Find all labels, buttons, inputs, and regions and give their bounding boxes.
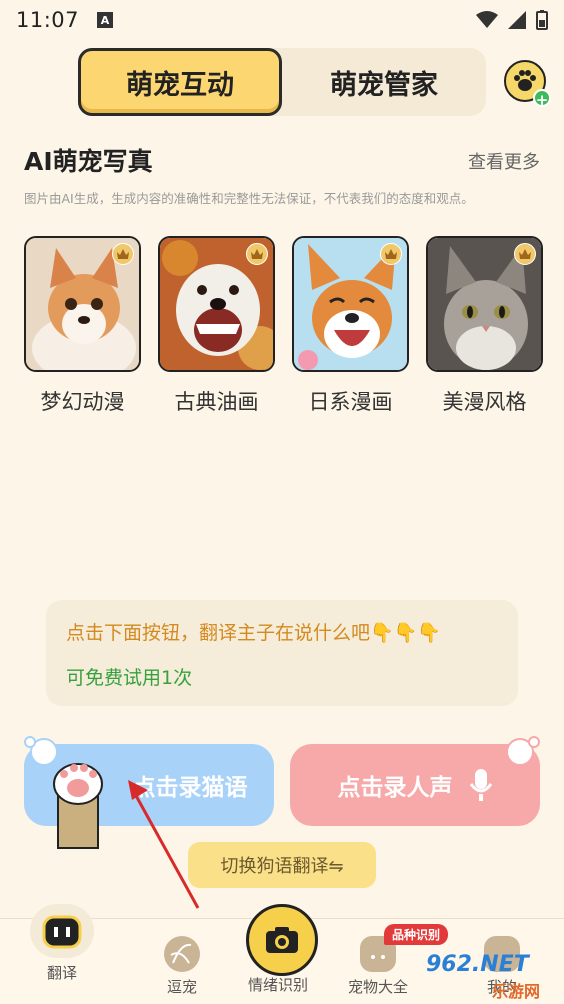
prompt-text: 点击下面按钮，翻译主子在说什么吧👇👇👇 <box>66 622 441 644</box>
section-title: AI萌宠写真 <box>24 147 153 176</box>
style-image <box>292 236 409 372</box>
style-card-anime[interactable]: 梦幻动漫 <box>24 236 141 416</box>
free-trial-text: 可免费试用1次 <box>66 667 193 689</box>
breed-id-badge: 品种识别 <box>384 924 449 945</box>
translate-prompt: 点击下面按钮，翻译主子在说什么吧👇👇👇 可免费试用1次 <box>46 600 518 706</box>
wifi-icon <box>476 11 498 28</box>
style-label: 梦幻动漫 <box>40 390 125 414</box>
tab-encyclopedia[interactable]: 宠物大全 <box>348 936 408 997</box>
style-image <box>24 236 141 372</box>
style-card-oil-painting[interactable]: 古典油画 <box>158 236 275 416</box>
ball-icon <box>164 936 200 972</box>
crown-icon <box>514 243 536 265</box>
record-human-label: 点击录人声 <box>337 775 453 801</box>
add-pet-button[interactable]: + <box>504 60 551 109</box>
style-image <box>426 236 543 372</box>
status-bar: 11:07 A <box>0 0 564 40</box>
ai-disclaimer: 图片由AI生成，生成内容的准确性和完整性无法保证，不代表我们的态度和观点。 <box>24 191 474 206</box>
style-label: 美漫风格 <box>442 390 527 414</box>
style-list: 梦幻动漫 古典油画 日系漫画 美漫风格 <box>24 236 544 416</box>
camera-icon <box>266 927 298 953</box>
crown-icon <box>380 243 402 265</box>
style-label: 日系漫画 <box>308 390 393 414</box>
view-more-link[interactable]: 查看更多 <box>468 148 540 174</box>
site-watermark-sub: 乐游网 <box>492 982 541 1001</box>
tab-pet-manager[interactable]: 萌宠管家 <box>282 48 486 116</box>
tab-translate[interactable]: 翻译 <box>30 904 94 983</box>
tab-emotion[interactable]: 情绪识别 <box>248 962 308 995</box>
switch-dog-translate-button[interactable]: 切换狗语翻译⇋ <box>188 842 376 888</box>
style-card-american-comic[interactable]: 美漫风格 <box>426 236 543 416</box>
plus-icon: + <box>533 89 551 109</box>
record-human-button[interactable]: 点击录人声 <box>290 744 540 826</box>
crown-icon <box>112 243 134 265</box>
status-icons <box>476 10 548 30</box>
tab-label: 翻译 <box>46 964 77 982</box>
style-image <box>158 236 275 372</box>
tab-tease[interactable]: 逗宠 <box>164 936 200 997</box>
tab-label: 宠物大全 <box>348 978 409 996</box>
translate-tab-bg <box>30 904 94 958</box>
status-time: 11:07 <box>16 8 80 32</box>
decor-bubble <box>528 736 540 748</box>
crown-icon <box>246 243 268 265</box>
tab-label: 逗宠 <box>166 978 197 996</box>
site-watermark: 962.NET <box>426 952 529 977</box>
microphone-icon <box>469 769 492 801</box>
tab-label: 情绪识别 <box>248 976 309 994</box>
tab-pet-interaction[interactable]: 萌宠互动 <box>78 48 282 116</box>
signal-icon <box>508 11 526 29</box>
paw-icon <box>514 70 536 91</box>
style-card-japanese-manga[interactable]: 日系漫画 <box>292 236 409 416</box>
translate-icon <box>42 915 82 949</box>
notification-icon: A <box>97 12 114 28</box>
battery-icon <box>536 10 548 30</box>
cat-paw-illustration <box>53 763 103 849</box>
decor-bubble <box>24 736 36 748</box>
mode-switch: 萌宠互动 萌宠管家 <box>78 48 486 116</box>
style-label: 古典油画 <box>174 390 259 414</box>
